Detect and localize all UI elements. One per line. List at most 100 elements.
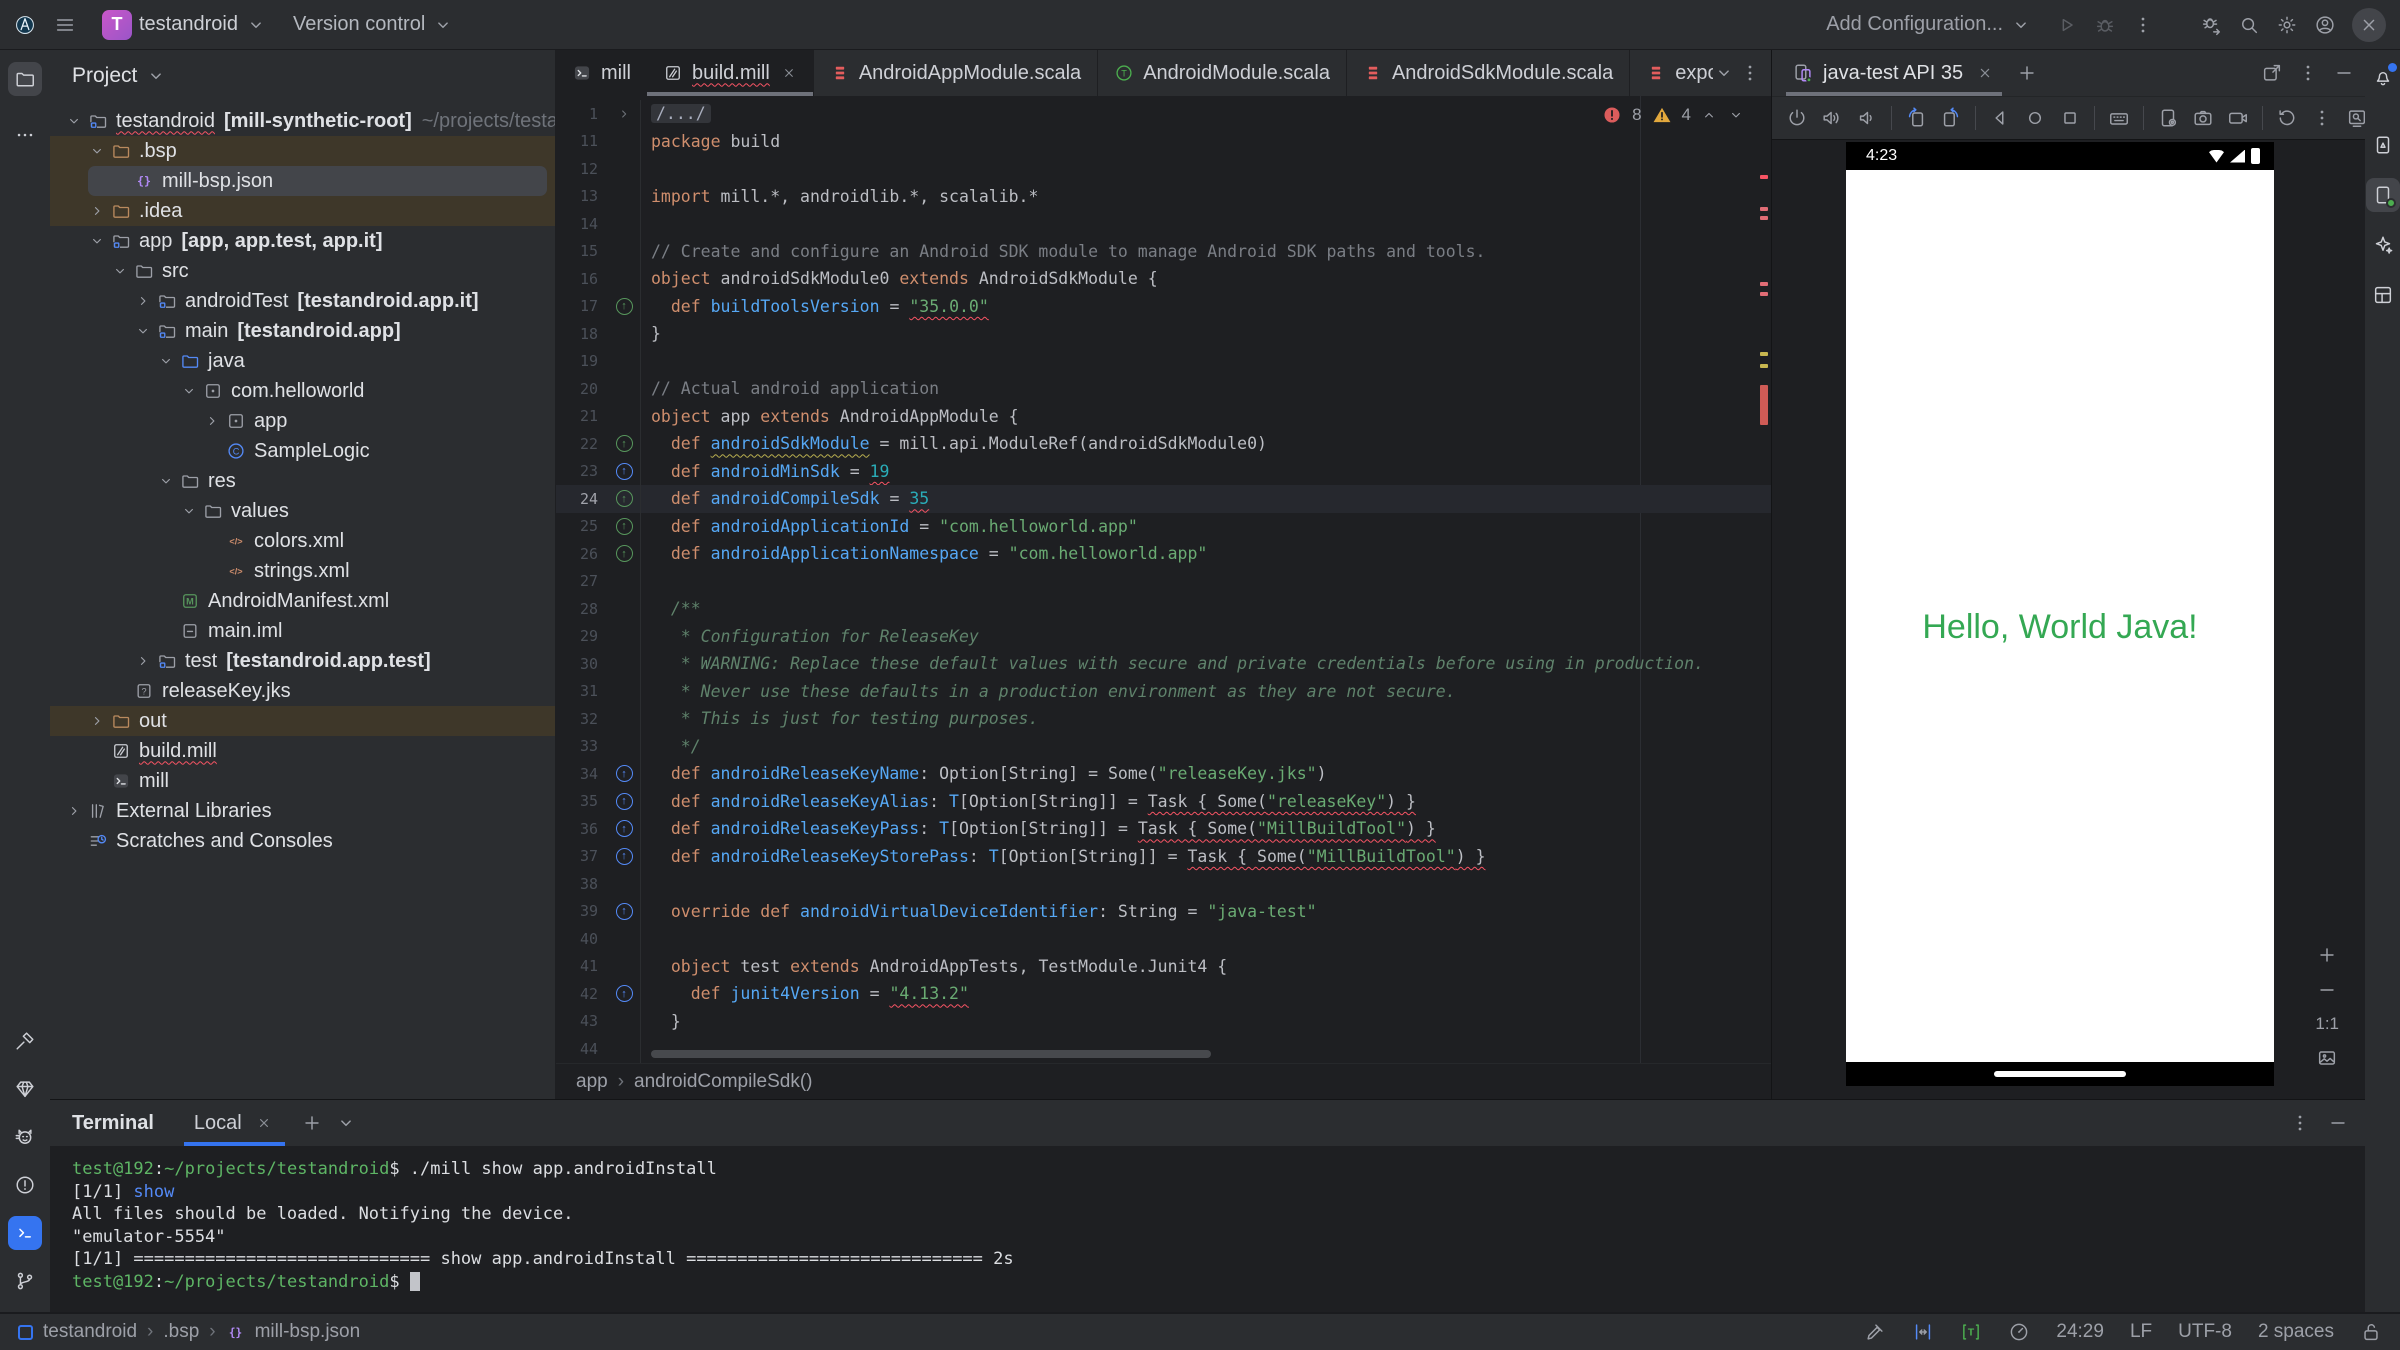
zoom-in-button[interactable] [2316,944,2338,966]
inspections-widget[interactable]: 8 4 [1601,104,1745,126]
chevron-down-icon[interactable] [85,232,109,250]
chevron-down-icon[interactable] [85,142,109,160]
volume-down-icon[interactable] [1856,107,1878,129]
editor-tab-androidsdkmodule-scala[interactable]: AndroidSdkModule.scala [1346,50,1629,96]
layout-inspector-button[interactable] [2366,278,2400,312]
tree-item-androidmanifest-xml[interactable]: MAndroidManifest.xml [50,586,555,616]
screen-record-icon[interactable] [2227,107,2249,129]
tree-item--bsp[interactable]: .bsp [50,136,555,166]
tree-item-strings-xml[interactable]: </>strings.xml [50,556,555,586]
tree-item-samplelogic[interactable]: CSampleLogic [50,436,555,466]
terminal-tab-local[interactable]: Local [184,1100,285,1146]
zoom-out-button[interactable] [2316,979,2338,1001]
tree-item-java[interactable]: java [50,346,555,376]
nav-home-icon[interactable] [2024,107,2046,129]
status-crumb[interactable]: .bsp [163,1321,199,1343]
close-icon[interactable] [255,1115,272,1132]
tree-item-releasekey-jks[interactable]: ?releaseKey.jks [50,676,555,706]
performance-gauge-icon[interactable] [2008,1321,2030,1343]
editor-tab-build-mill[interactable]: build.mill [647,50,813,96]
close-icon[interactable] [1976,64,1994,82]
fold-icon[interactable] [608,106,640,122]
implementing-marker-icon[interactable]: ↑ [608,545,640,562]
nav-back-icon[interactable] [1989,107,2011,129]
run-configuration-selector[interactable]: Add Configuration... [1818,7,2040,43]
project-widget[interactable]: T testandroid [94,7,275,43]
tree-item-mill-bsp-json[interactable]: {}mill-bsp.json [50,166,555,196]
notifications-bell-icon[interactable] [2366,60,2400,94]
status-crumb[interactable]: mill-bsp.json [255,1321,361,1343]
chevron-right-icon[interactable] [85,202,109,220]
chevron-right-icon[interactable] [85,712,109,730]
line-separator[interactable]: LF [2130,1321,2152,1343]
build-tool-button[interactable] [8,1024,42,1058]
volume-up-icon[interactable] [1821,107,1843,129]
editor-tab-androidmodule-scala[interactable]: T AndroidModule.scala [1097,50,1346,96]
problems-tool-button[interactable] [8,1168,42,1202]
indent-setting[interactable]: 2 spaces [2258,1321,2334,1343]
profile-icon[interactable] [2314,14,2336,36]
more-options-icon[interactable] [2297,62,2319,84]
breadcrumb-item[interactable]: app [576,1071,608,1093]
file-encoding[interactable]: UTF-8 [2178,1321,2232,1343]
tree-item-main-iml[interactable]: main.iml [50,616,555,646]
new-terminal-button[interactable] [301,1112,323,1134]
nav-overview-icon[interactable] [2059,107,2081,129]
emulator-screen[interactable]: 4:23 Hello, World Java! [1846,142,2274,1086]
tree-item--idea[interactable]: .idea [50,196,555,226]
overriding-marker-icon[interactable]: ↑ [608,793,640,810]
tree-item-out[interactable]: out [50,706,555,736]
tree-item-app[interactable]: app [50,406,555,436]
terminal-options-icon[interactable] [2289,1112,2311,1134]
device-manager-button[interactable] [2366,128,2400,162]
chevron-right-icon[interactable] [131,652,155,670]
open-in-new-window-icon[interactable] [2261,62,2283,84]
editor-tab-export[interactable]: export [1629,50,1713,96]
chevron-right-icon[interactable] [131,292,155,310]
overriding-marker-icon[interactable]: ↑ [608,765,640,782]
highlighting-level-icon[interactable] [1864,1321,1886,1343]
running-devices-button[interactable] [2366,178,2400,212]
tree-item-com-helloworld[interactable]: com.helloworld [50,376,555,406]
main-menu-button[interactable] [46,7,84,43]
ai-assistant-button[interactable] [2366,228,2400,262]
editor-tab-mill[interactable]: mill [556,50,647,96]
implementing-marker-icon[interactable]: ↑ [608,518,640,535]
chevron-down-icon[interactable] [131,322,155,340]
hide-terminal-icon[interactable] [2327,1112,2349,1134]
overriding-marker-icon[interactable]: ↑ [608,820,640,837]
code-editor[interactable]: 1 /.../ 11 package build 12 13 import mi… [556,96,1771,1063]
terminal-dropdown-icon[interactable] [335,1112,357,1134]
overriding-marker-icon[interactable]: ↑ [608,903,640,920]
tree-item-scratches-and-consoles[interactable]: Scratches and Consoles [50,826,555,856]
chevron-down-icon[interactable] [62,112,86,130]
terminal-output[interactable]: test@192:~/projects/testandroid$ ./mill … [50,1146,2365,1312]
tree-item-colors-xml[interactable]: </>colors.xml [50,526,555,556]
soft-keyboard-icon[interactable] [2108,107,2130,129]
attach-debugger-icon[interactable] [2200,14,2222,36]
tree-item-androidtest[interactable]: androidTest[testandroid.app.it] [50,286,555,316]
run-button[interactable] [2056,14,2078,36]
tree-item-src[interactable]: src [50,256,555,286]
add-device-tab-button[interactable] [2016,62,2038,84]
fit-screen-button[interactable] [2316,1047,2338,1069]
tree-item-build-mill[interactable]: build.mill [50,736,555,766]
editor-tab-androidappmodule-scala[interactable]: AndroidAppModule.scala [813,50,1097,96]
tree-item-main[interactable]: main[testandroid.app] [50,316,555,346]
tree-item-res[interactable]: res [50,466,555,496]
implementing-marker-icon[interactable]: ↑ [608,298,640,315]
status-crumb[interactable]: testandroid [43,1321,137,1343]
implementing-marker-icon[interactable]: ↑ [608,490,640,507]
breadcrumb-item[interactable]: androidCompileSdk() [634,1071,812,1093]
debug-button[interactable] [2094,14,2116,36]
horizontal-scrollbar[interactable] [651,1050,1211,1058]
more-actions-icon[interactable] [2132,14,2154,36]
tree-item-external-libraries[interactable]: External Libraries [50,796,555,826]
project-tool-button[interactable] [8,62,42,96]
chevron-right-icon[interactable] [200,412,224,430]
overriding-marker-icon[interactable]: ↑ [608,985,640,1002]
chevron-down-icon[interactable] [145,65,167,87]
device-tab[interactable]: java-test API 35 [1786,50,2002,96]
overriding-marker-icon[interactable]: ↑ [608,463,640,480]
search-everywhere-icon[interactable] [2238,14,2260,36]
